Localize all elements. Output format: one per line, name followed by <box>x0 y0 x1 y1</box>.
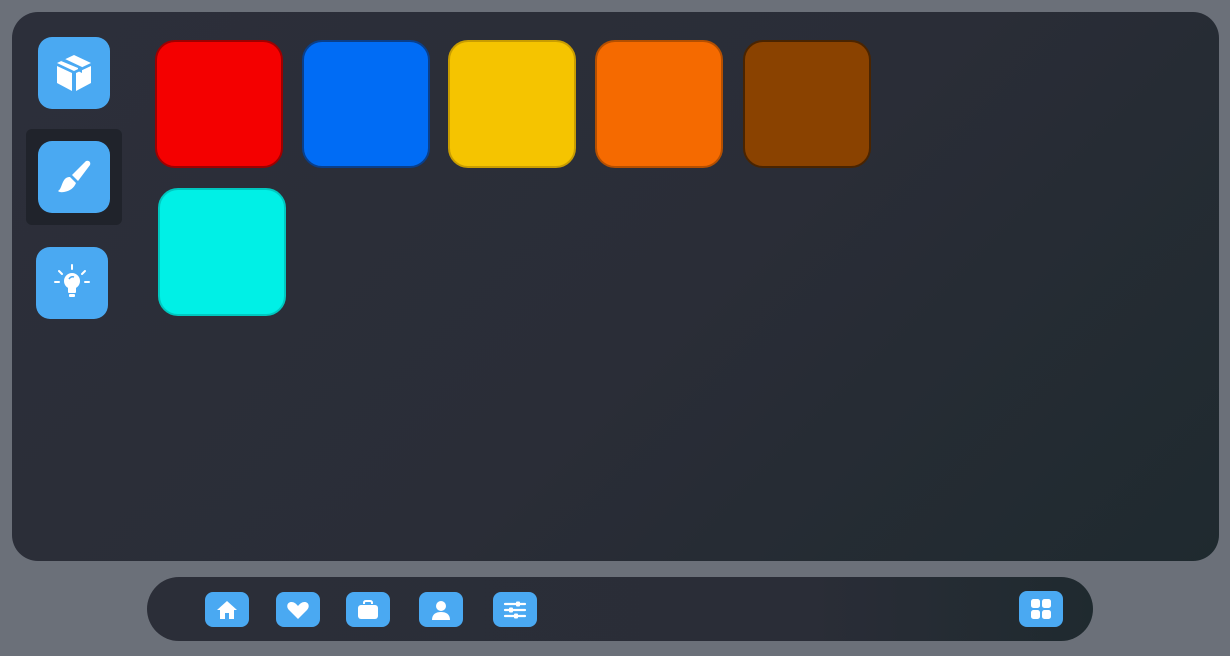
color-swatch-brown[interactable] <box>743 40 871 168</box>
box-icon <box>57 55 91 91</box>
color-swatch-blue[interactable] <box>302 40 430 168</box>
nav-settings-button[interactable] <box>493 592 537 627</box>
briefcase-icon <box>358 599 378 619</box>
color-swatch-orange[interactable] <box>595 40 723 168</box>
paint-brush-icon <box>58 160 91 193</box>
sidebar-item-box[interactable] <box>38 37 110 109</box>
user-icon <box>432 600 450 620</box>
sidebar-item-ideas[interactable] <box>36 247 108 319</box>
lightbulb-icon <box>54 264 90 297</box>
nav-home-button[interactable] <box>205 592 249 627</box>
color-swatch-yellow[interactable] <box>448 40 576 168</box>
nav-menu-button[interactable] <box>1019 591 1063 627</box>
nav-favorites-button[interactable] <box>276 592 320 627</box>
nav-briefcase-button[interactable] <box>346 592 390 627</box>
color-swatch-cyan[interactable] <box>158 188 286 316</box>
bottom-nav-bar <box>147 577 1093 641</box>
color-swatch-red[interactable] <box>155 40 283 168</box>
grid-icon <box>1031 599 1051 619</box>
home-icon <box>217 600 237 619</box>
heart-icon <box>287 601 309 619</box>
main-panel <box>12 12 1219 561</box>
nav-profile-button[interactable] <box>419 592 463 627</box>
sidebar-item-brush[interactable] <box>38 141 110 213</box>
sliders-icon <box>503 601 527 618</box>
